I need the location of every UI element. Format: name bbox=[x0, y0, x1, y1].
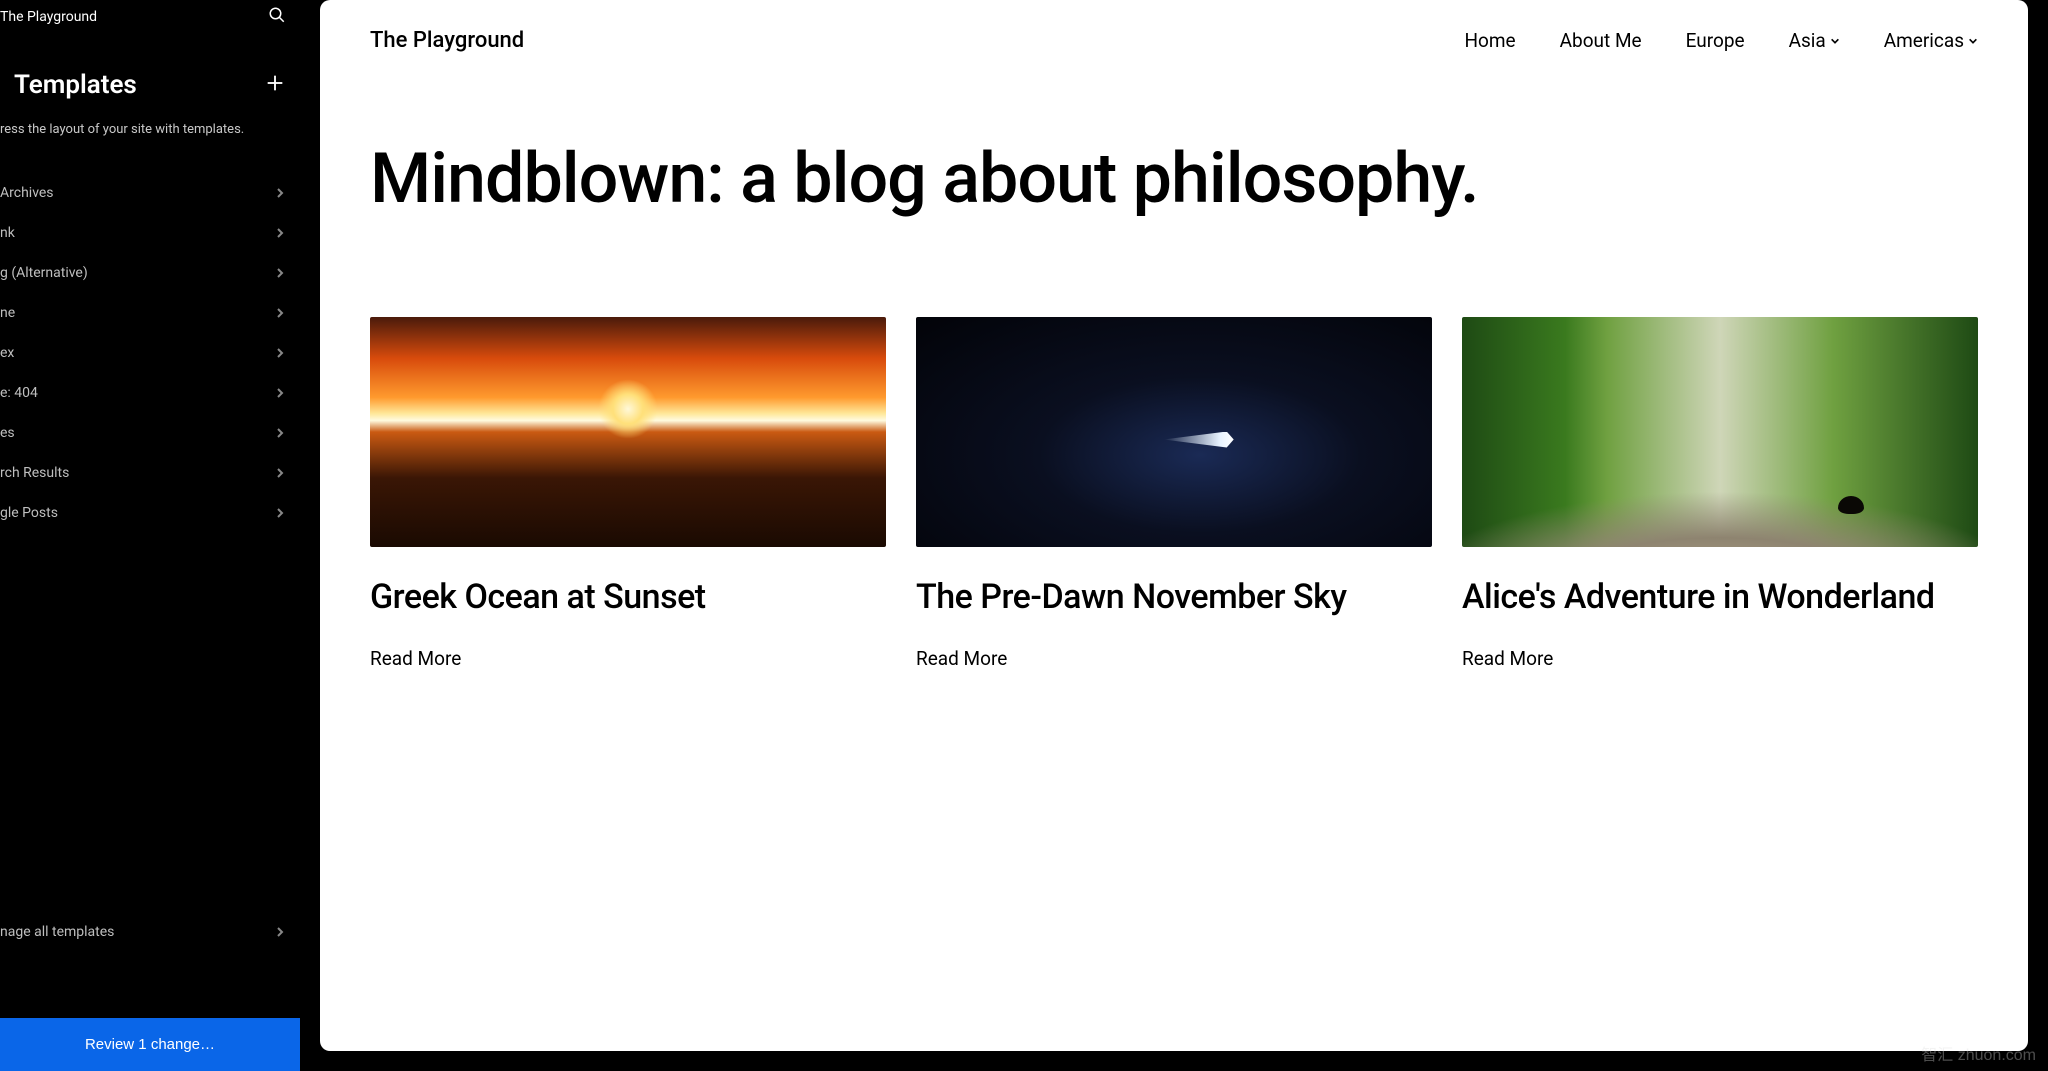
hero: Mindblown: a blog about philosophy. bbox=[320, 53, 2028, 257]
chevron-right-icon bbox=[274, 347, 286, 359]
template-item[interactable]: ne bbox=[0, 293, 300, 333]
post-card: Greek Ocean at Sunset Read More bbox=[370, 317, 886, 671]
sidebar-description: ress the layout of your site with templa… bbox=[0, 108, 300, 155]
post-title[interactable]: Alice's Adventure in Wonderland bbox=[1462, 577, 1978, 618]
chevron-right-icon bbox=[274, 926, 286, 938]
read-more-link[interactable]: Read More bbox=[370, 647, 886, 670]
primary-nav: Home About Me Europe Asia Americas bbox=[1465, 29, 1979, 52]
sidebar-heading: Templates bbox=[14, 70, 137, 100]
nav-item[interactable]: About Me bbox=[1560, 29, 1642, 52]
post-card: The Pre-Dawn November Sky Read More bbox=[916, 317, 1432, 671]
chevron-right-icon bbox=[274, 227, 286, 239]
template-item-label: ex bbox=[0, 345, 14, 361]
hero-title[interactable]: Mindblown: a blog about philosophy. bbox=[370, 143, 1978, 217]
post-thumbnail[interactable] bbox=[370, 317, 886, 547]
review-changes-button[interactable]: Review 1 change… bbox=[0, 1018, 300, 1071]
manage-all-label: nage all templates bbox=[0, 924, 114, 940]
manage-all-templates[interactable]: nage all templates bbox=[0, 910, 300, 954]
template-item-label: g (Alternative) bbox=[0, 265, 88, 281]
posts-grid: Greek Ocean at SunsetRead MoreThe Pre-Da… bbox=[320, 257, 2028, 671]
chevron-down-icon bbox=[1968, 36, 1978, 46]
template-item[interactable]: e: 404 bbox=[0, 373, 300, 413]
add-template-icon[interactable] bbox=[264, 72, 286, 98]
nav-item-label: Europe bbox=[1686, 29, 1745, 52]
template-item-label: e: 404 bbox=[0, 385, 38, 401]
template-item-label: ne bbox=[0, 305, 15, 321]
post-card: Alice's Adventure in Wonderland Read More bbox=[1462, 317, 1978, 671]
search-icon[interactable] bbox=[268, 6, 286, 28]
template-list: Archives nk g (Alternative) ne ex e: 404 es rch… bbox=[0, 155, 300, 910]
post-title[interactable]: The Pre-Dawn November Sky bbox=[916, 577, 1432, 618]
chevron-right-icon bbox=[274, 387, 286, 399]
sidebar-heading-row: Templates bbox=[0, 34, 300, 108]
template-item-label: Archives bbox=[0, 185, 54, 201]
template-item-label: es bbox=[0, 425, 15, 441]
chevron-right-icon bbox=[274, 267, 286, 279]
chevron-right-icon bbox=[274, 307, 286, 319]
post-thumbnail[interactable] bbox=[1462, 317, 1978, 547]
editor-sidebar: The Playground Templates ress the layout… bbox=[0, 0, 300, 1071]
preview-wrap: The Playground Home About Me Europe Asia Ame… bbox=[300, 0, 2048, 1071]
template-item-label: gle Posts bbox=[0, 505, 58, 521]
sidebar-top-bar: The Playground bbox=[0, 0, 300, 34]
template-item-label: nk bbox=[0, 225, 15, 241]
chevron-right-icon bbox=[274, 507, 286, 519]
chevron-down-icon bbox=[1830, 36, 1840, 46]
template-item[interactable]: nk bbox=[0, 213, 300, 253]
nav-item[interactable]: Home bbox=[1465, 29, 1516, 52]
template-item[interactable]: ex bbox=[0, 333, 300, 373]
site-preview[interactable]: The Playground Home About Me Europe Asia Ame… bbox=[320, 0, 2028, 1051]
chevron-right-icon bbox=[274, 187, 286, 199]
read-more-link[interactable]: Read More bbox=[916, 647, 1432, 670]
template-item[interactable]: Archives bbox=[0, 173, 300, 213]
site-header: The Playground Home About Me Europe Asia Ame… bbox=[320, 0, 2028, 53]
chevron-right-icon bbox=[274, 467, 286, 479]
nav-item-label: Asia bbox=[1789, 29, 1826, 52]
nav-item-label: Americas bbox=[1884, 29, 1964, 52]
template-item[interactable]: g (Alternative) bbox=[0, 253, 300, 293]
template-item[interactable]: es bbox=[0, 413, 300, 453]
nav-item-label: About Me bbox=[1560, 29, 1642, 52]
nav-item[interactable]: Europe bbox=[1686, 29, 1745, 52]
template-item[interactable]: rch Results bbox=[0, 453, 300, 493]
template-item[interactable]: gle Posts bbox=[0, 493, 300, 533]
post-thumbnail[interactable] bbox=[916, 317, 1432, 547]
chevron-right-icon bbox=[274, 427, 286, 439]
post-title[interactable]: Greek Ocean at Sunset bbox=[370, 577, 886, 618]
sidebar-site-title[interactable]: The Playground bbox=[0, 9, 97, 25]
nav-item[interactable]: Americas bbox=[1884, 29, 1978, 52]
site-name[interactable]: The Playground bbox=[370, 28, 524, 53]
template-item-label: rch Results bbox=[0, 465, 69, 481]
nav-item-label: Home bbox=[1465, 29, 1516, 52]
read-more-link[interactable]: Read More bbox=[1462, 647, 1978, 670]
nav-item[interactable]: Asia bbox=[1789, 29, 1840, 52]
